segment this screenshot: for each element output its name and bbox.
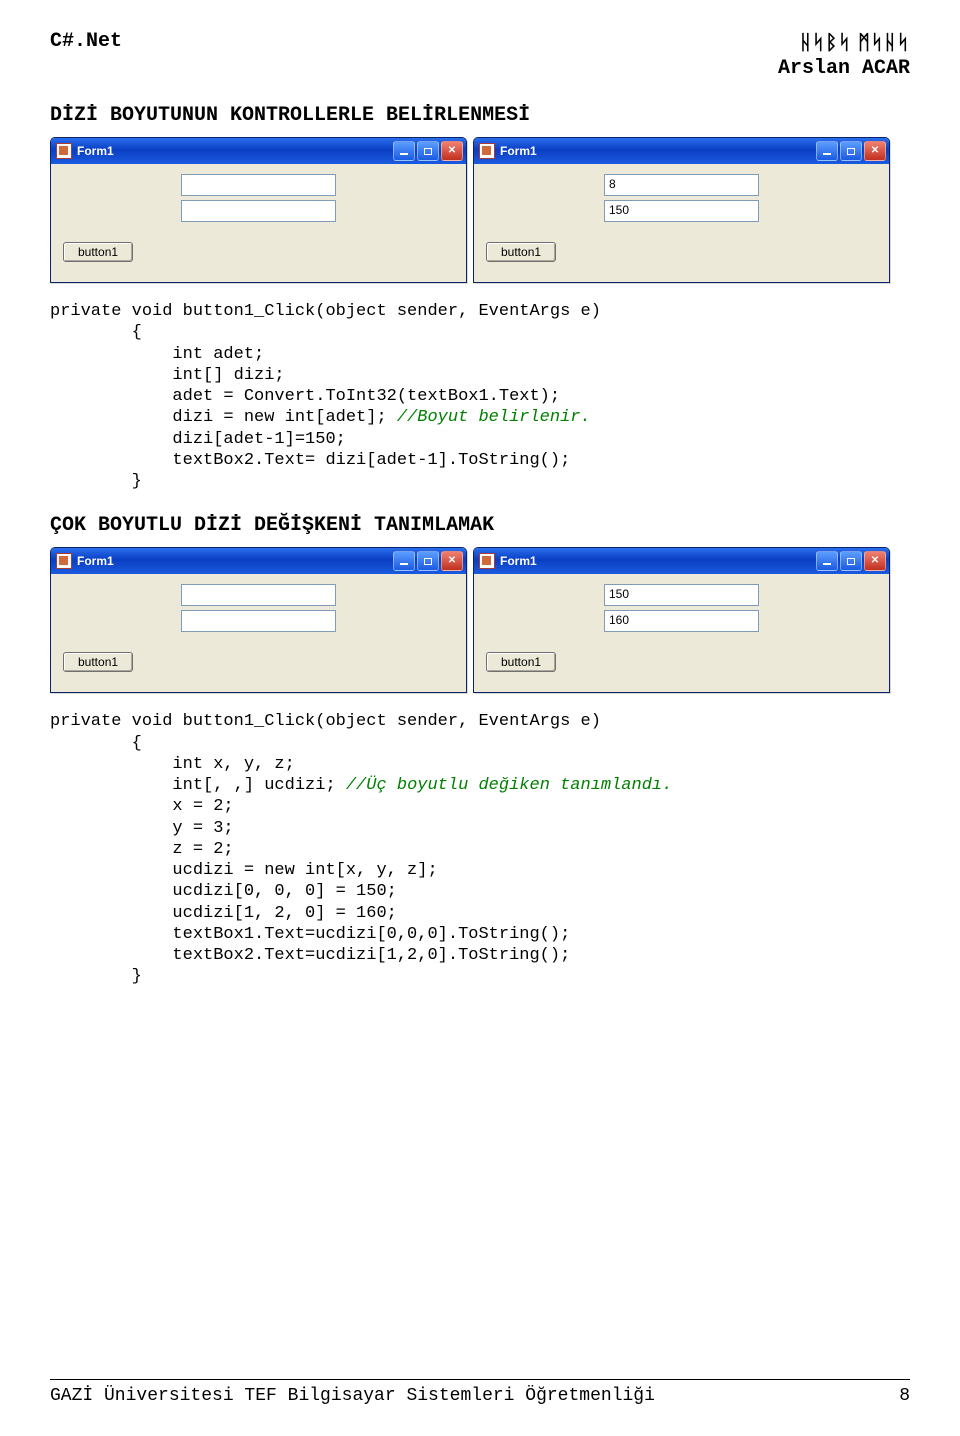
footer-text: GAZİ Üniversitesi TEF Bilgisayar Sisteml… [50, 1386, 655, 1406]
window-buttons [393, 141, 463, 161]
textbox-1[interactable]: 8 [604, 174, 759, 196]
titlebar[interactable]: Form1 [474, 138, 889, 164]
header-right: ᚺᛋᛒᛋ ᛗᛋᚺᛋ Arslan ACAR [778, 30, 910, 82]
page-header: C#.Net ᚺᛋᛒᛋ ᛗᛋᚺᛋ Arslan ACAR [50, 30, 910, 82]
titlebar[interactable]: Form1 [474, 548, 889, 574]
textbox-2[interactable] [181, 610, 336, 632]
page-number: 8 [899, 1386, 910, 1406]
close-button[interactable] [441, 551, 463, 571]
maximize-button[interactable] [840, 551, 862, 571]
code-line: private void button1_Click(object sender… [50, 712, 601, 731]
titlebar[interactable]: Form1 [51, 548, 466, 574]
code-line: } [50, 967, 142, 986]
maximize-button[interactable] [840, 141, 862, 161]
code-block-2: private void button1_Click(object sender… [50, 711, 910, 987]
maximize-button[interactable] [417, 551, 439, 571]
section-title-1: DİZİ BOYUTUNUN KONTROLLERLE BELİRLENMESİ [50, 104, 910, 127]
maximize-button[interactable] [417, 141, 439, 161]
code-line: ucdizi = new int[x, y, z]; [50, 861, 438, 880]
code-line: int[] dizi; [50, 366, 285, 385]
forms-row-1: Form1 button1 Form1 [50, 137, 910, 283]
window-buttons [816, 551, 886, 571]
code-line: adet = Convert.ToInt32(textBox1.Text); [50, 387, 560, 406]
close-button[interactable] [864, 141, 886, 161]
titlebar-text: Form1 [77, 144, 393, 158]
footer-divider [50, 1379, 910, 1380]
window-buttons [816, 141, 886, 161]
textbox-2[interactable]: 160 [604, 610, 759, 632]
code-line: x = 2; [50, 797, 234, 816]
close-button[interactable] [864, 551, 886, 571]
client-area: button1 [51, 574, 466, 692]
minimize-button[interactable] [393, 141, 415, 161]
winform-c: Form1 button1 [50, 547, 467, 693]
button1[interactable]: button1 [486, 652, 556, 672]
textbox-1[interactable] [181, 584, 336, 606]
app-icon [56, 553, 72, 569]
section-title-2: ÇOK BOYUTLU DİZİ DEĞİŞKENİ TANIMLAMAK [50, 514, 910, 537]
code-line: int adet; [50, 345, 264, 364]
minimize-button[interactable] [816, 551, 838, 571]
minimize-button[interactable] [816, 141, 838, 161]
code-line: int x, y, z; [50, 755, 295, 774]
code-line: ucdizi[1, 2, 0] = 160; [50, 904, 397, 923]
app-icon [56, 143, 72, 159]
forms-row-2: Form1 button1 Form1 [50, 547, 910, 693]
code-line: { [50, 734, 142, 753]
code-line: textBox2.Text= dizi[adet-1].ToString(); [50, 451, 570, 470]
code-line: y = 3; [50, 819, 234, 838]
close-button[interactable] [441, 141, 463, 161]
titlebar-text: Form1 [500, 144, 816, 158]
textbox-1[interactable] [181, 174, 336, 196]
header-left: C#.Net [50, 30, 122, 53]
client-area: 150 160 button1 [474, 574, 889, 692]
textbox-2[interactable] [181, 200, 336, 222]
button1[interactable]: button1 [63, 652, 133, 672]
textbox-2[interactable]: 150 [604, 200, 759, 222]
client-area: 8 150 button1 [474, 164, 889, 282]
button1[interactable]: button1 [486, 242, 556, 262]
page: C#.Net ᚺᛋᛒᛋ ᛗᛋᚺᛋ Arslan ACAR DİZİ BOYUTU… [0, 0, 960, 1436]
textbox-1[interactable]: 150 [604, 584, 759, 606]
code-line: } [50, 472, 142, 491]
code-comment: //Üç boyutlu değiken tanımlandı. [346, 776, 672, 795]
code-line: z = 2; [50, 840, 234, 859]
code-line: textBox2.Text=ucdizi[1,2,0].ToString(); [50, 946, 570, 965]
winform-a: Form1 button1 [50, 137, 467, 283]
titlebar-text: Form1 [77, 554, 393, 568]
winform-b: Form1 8 150 button1 [473, 137, 890, 283]
code-line: ucdizi[0, 0, 0] = 150; [50, 882, 397, 901]
footer-row: GAZİ Üniversitesi TEF Bilgisayar Sisteml… [50, 1386, 910, 1406]
code-line: int[, ,] ucdizi; [50, 776, 346, 795]
app-icon [479, 553, 495, 569]
button1[interactable]: button1 [63, 242, 133, 262]
code-comment: //Boyut belirlenir. [397, 408, 591, 427]
code-line: dizi = new int[adet]; [50, 408, 397, 427]
winform-d: Form1 150 160 button1 [473, 547, 890, 693]
window-buttons [393, 551, 463, 571]
client-area: button1 [51, 164, 466, 282]
app-icon [479, 143, 495, 159]
titlebar-text: Form1 [500, 554, 816, 568]
code-line: textBox1.Text=ucdizi[0,0,0].ToString(); [50, 925, 570, 944]
code-block-1: private void button1_Click(object sender… [50, 301, 910, 492]
titlebar[interactable]: Form1 [51, 138, 466, 164]
header-stylized: ᚺᛋᛒᛋ ᛗᛋᚺᛋ [778, 30, 910, 56]
code-line: dizi[adet-1]=150; [50, 430, 346, 449]
header-author: Arslan ACAR [778, 56, 910, 82]
page-footer: GAZİ Üniversitesi TEF Bilgisayar Sisteml… [50, 1379, 910, 1406]
code-line: private void button1_Click(object sender… [50, 302, 601, 321]
minimize-button[interactable] [393, 551, 415, 571]
code-line: { [50, 323, 142, 342]
